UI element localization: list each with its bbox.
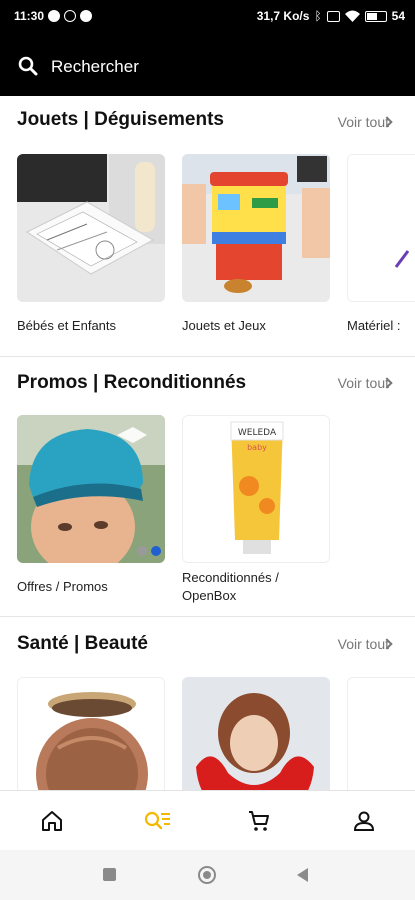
- category-card-reconditionnes[interactable]: WELEDA baby: [182, 415, 330, 563]
- search-bar[interactable]: Rechercher: [0, 34, 415, 96]
- section-title: Promos | Reconditionnés: [17, 372, 247, 393]
- category-card-offres[interactable]: [17, 415, 165, 563]
- status-right: 31,7 Ko/s ᛒ 54: [257, 9, 405, 23]
- notification-icon: [80, 10, 93, 22]
- category-label: Offres / Promos: [17, 579, 108, 594]
- bluetooth-icon: ᛒ: [314, 9, 322, 23]
- status-left: 11:30: [14, 9, 93, 23]
- section-divider: [0, 356, 415, 357]
- category-card-materiel[interactable]: [347, 154, 415, 302]
- category-label: Bébés et Enfants: [17, 318, 117, 333]
- main-content: Jouets | Déguisements Voir tout Bébés et…: [0, 96, 415, 790]
- category-card-sante-1[interactable]: [17, 677, 165, 790]
- category-image: [18, 678, 164, 790]
- search-label: Rechercher: [51, 57, 139, 76]
- account-icon[interactable]: [352, 809, 376, 833]
- category-card-bebes[interactable]: [17, 154, 165, 302]
- battery-icon: [364, 10, 387, 22]
- section-title: Santé | Beauté: [17, 633, 148, 654]
- battery-level: 54: [391, 9, 405, 23]
- instagram-icon: [64, 10, 77, 22]
- recent-apps-button[interactable]: [103, 868, 116, 881]
- category-image: [348, 155, 415, 301]
- category-image: [182, 677, 330, 790]
- bottom-navigation: [0, 790, 415, 850]
- section-divider: [0, 616, 415, 617]
- category-image: WELEDA baby: [183, 416, 329, 562]
- category-card-sante-3[interactable]: [347, 677, 415, 790]
- status-bar: 11:30 31,7 Ko/s ᛒ 54: [0, 0, 415, 34]
- category-card-sante-2[interactable]: [182, 677, 330, 790]
- category-label-line2: OpenBox: [182, 588, 237, 603]
- sim-icon: [326, 10, 340, 22]
- net-speed: 31,7 Ko/s: [256, 9, 310, 23]
- category-label-line1: Reconditionnés /: [182, 570, 279, 585]
- system-navigation-bar: [0, 850, 415, 900]
- search-icon: [18, 56, 38, 76]
- status-time: 11:30: [14, 9, 45, 23]
- category-image: [182, 154, 330, 302]
- category-label: Matériel :: [347, 318, 401, 333]
- brand-sub-label: baby: [247, 443, 267, 452]
- home-icon[interactable]: [40, 809, 64, 833]
- category-label: Jouets et Jeux: [182, 318, 266, 333]
- back-button[interactable]: [295, 867, 309, 883]
- brand-label: WELEDA: [238, 428, 277, 438]
- section-title: Jouets | Déguisements: [17, 109, 224, 130]
- home-button[interactable]: [198, 866, 216, 884]
- cart-icon[interactable]: [247, 809, 271, 833]
- notification-icon: [48, 10, 61, 22]
- category-card-jouets[interactable]: [182, 154, 330, 302]
- search-list-icon[interactable]: [143, 809, 171, 833]
- category-image: [17, 154, 165, 302]
- wifi-icon: [344, 10, 360, 22]
- category-image: [17, 415, 165, 563]
